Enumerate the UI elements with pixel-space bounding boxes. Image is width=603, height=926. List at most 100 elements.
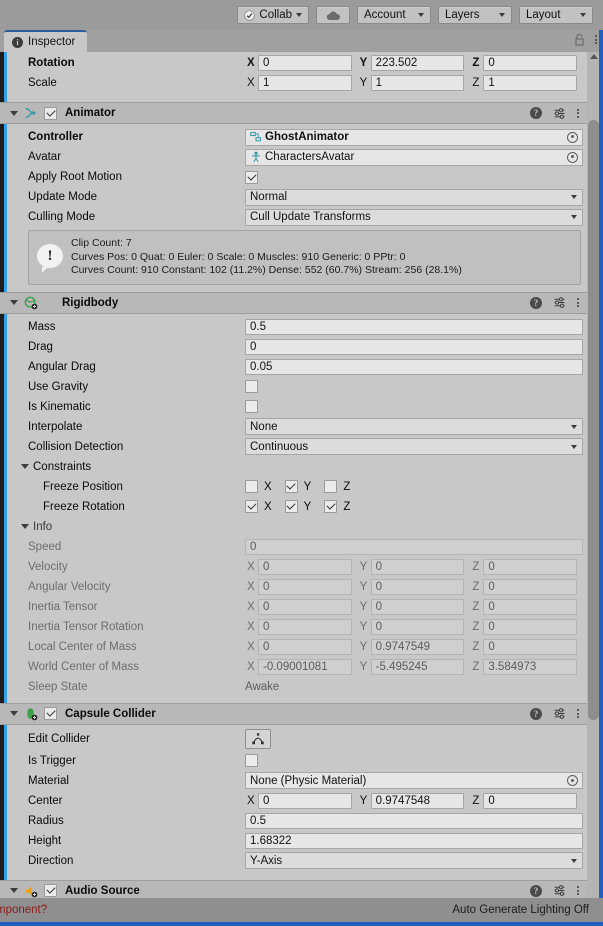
auto-generate-lighting-status[interactable]: Auto Generate Lighting Off	[452, 904, 589, 916]
collab-button[interactable]: Collab	[237, 6, 309, 24]
is-kinematic-label: Is Kinematic	[28, 400, 91, 413]
help-icon[interactable]: ?	[530, 884, 542, 897]
center-z-input[interactable]: 0	[483, 792, 578, 809]
is-trigger-checkbox[interactable]	[245, 754, 258, 767]
component-header-animator[interactable]: Animator ?	[0, 102, 587, 124]
direction-dropdown[interactable]: Y-Axis	[245, 852, 583, 869]
object-picker-icon[interactable]	[567, 775, 578, 786]
component-header-audio-source[interactable]: Audio Source ?	[0, 879, 587, 898]
kebab-menu-icon[interactable]	[577, 108, 579, 118]
sleep-state-label: Sleep State	[28, 680, 88, 693]
rotation-x-input[interactable]: 0	[258, 55, 352, 71]
center-x-input[interactable]: 0	[258, 792, 352, 809]
status-message[interactable]: mponent?	[0, 904, 47, 916]
drag-input[interactable]: 0	[245, 338, 583, 355]
freeze-position-y-checkbox[interactable]	[284, 480, 298, 493]
foldout-triangle-icon[interactable]	[10, 711, 18, 716]
culling-mode-value: Cull Update Transforms	[250, 211, 371, 223]
avatar-object-field[interactable]: CharactersAvatar	[245, 148, 583, 166]
cloud-button[interactable]	[316, 6, 350, 24]
audio-source-enabled-checkbox[interactable]	[44, 884, 57, 897]
controller-object-field[interactable]: GhostAnimator	[245, 128, 583, 146]
chevron-down-icon	[571, 424, 577, 429]
axis-x-label: X	[247, 57, 255, 69]
inertia-tensor-axis-group: X 0 Y 0 Z 0	[245, 598, 583, 615]
avatar-icon	[252, 151, 260, 163]
drag-label: Drag	[28, 340, 53, 353]
is-kinematic-checkbox[interactable]	[245, 400, 258, 413]
layout-button[interactable]: Layout	[519, 6, 593, 24]
account-button[interactable]: Account	[357, 6, 431, 24]
row-center: Center X 0 Y 0.9747548 Z 0	[7, 791, 587, 811]
tab-inspector[interactable]: i Inspector	[4, 30, 88, 52]
angular-drag-input[interactable]: 0.05	[245, 358, 583, 375]
scale-z-input[interactable]: 1	[483, 75, 578, 91]
freeze-position-z-checkbox[interactable]	[324, 480, 338, 493]
component-header-capsule-collider[interactable]: Capsule Collider ?	[0, 702, 587, 725]
preset-settings-icon[interactable]	[553, 707, 566, 720]
axis-y-label: Y	[359, 580, 368, 593]
culling-mode-label: Culling Mode	[28, 211, 96, 223]
layers-button[interactable]: Layers	[438, 6, 512, 24]
material-object-field[interactable]: None (Physic Material)	[245, 772, 583, 789]
animator-enabled-checkbox[interactable]	[44, 106, 57, 120]
row-sleep-state: Sleep State Awake	[7, 677, 587, 697]
constraints-foldout[interactable]: Constraints	[7, 457, 587, 477]
freeze-position-x-checkbox[interactable]	[245, 480, 258, 493]
collision-detection-dropdown[interactable]: Continuous	[245, 438, 583, 455]
kebab-menu-icon[interactable]	[577, 886, 579, 895]
use-gravity-checkbox[interactable]	[245, 380, 258, 393]
world-center-of-mass-z-value: 3.584973	[483, 658, 578, 675]
scrollbar-thumb[interactable]	[588, 120, 599, 720]
foldout-triangle-icon[interactable]	[10, 300, 18, 305]
layout-label: Layout	[526, 9, 561, 21]
mass-input[interactable]: 0.5	[245, 318, 583, 335]
height-label: Height	[28, 834, 62, 847]
info-foldout[interactable]: Info	[7, 517, 587, 537]
object-picker-icon[interactable]	[567, 151, 578, 163]
inspector-panel: Rotation X 0 Y 223.502 Z 0 Scale X 1 Y 1…	[0, 52, 603, 898]
scale-x-input[interactable]: 1	[258, 75, 352, 91]
freeze-rotation-z-checkbox[interactable]	[324, 500, 338, 513]
update-mode-dropdown[interactable]: Normal	[245, 188, 583, 206]
kebab-menu-icon[interactable]	[595, 35, 597, 44]
preset-settings-icon[interactable]	[553, 884, 566, 897]
kebab-menu-icon[interactable]	[577, 709, 579, 718]
lock-icon[interactable]	[574, 33, 585, 46]
freeze-rotation-label: Freeze Rotation	[43, 500, 125, 513]
object-picker-icon[interactable]	[567, 131, 578, 143]
freeze-rotation-x-checkbox[interactable]	[245, 500, 258, 513]
center-y-input[interactable]: 0.9747548	[370, 792, 465, 809]
help-icon[interactable]: ?	[530, 707, 542, 720]
preset-settings-icon[interactable]	[553, 107, 566, 120]
foldout-triangle-icon[interactable]	[10, 888, 18, 893]
radius-input[interactable]: 0.5	[245, 812, 583, 829]
speed-label: Speed	[28, 540, 62, 553]
velocity-x: X 0	[245, 558, 358, 575]
scale-y-input[interactable]: 1	[370, 75, 465, 91]
component-header-rigidbody[interactable]: Rigidbody ?	[0, 291, 587, 314]
local-center-of-mass-x-value: 0	[258, 638, 352, 655]
help-icon[interactable]: ?	[530, 107, 542, 119]
row-is-kinematic: Is Kinematic	[7, 397, 587, 417]
preset-settings-icon[interactable]	[553, 296, 566, 309]
interpolate-dropdown[interactable]: None	[245, 418, 583, 435]
curves-count-line: Curves Count: 910 Constant: 102 (11.2%) …	[71, 264, 462, 276]
height-input[interactable]: 1.68322	[245, 832, 583, 849]
mass-label: Mass	[28, 320, 56, 333]
rotation-z-input[interactable]: 0	[483, 55, 578, 71]
axis-y-label: Y	[359, 794, 368, 807]
capsule-collider-enabled-checkbox[interactable]	[44, 707, 57, 720]
apply-root-motion-checkbox[interactable]	[245, 170, 258, 184]
scale-z: Z 1	[470, 75, 583, 91]
kebab-menu-icon[interactable]	[577, 298, 579, 307]
culling-mode-dropdown[interactable]: Cull Update Transforms	[245, 208, 583, 226]
foldout-triangle-icon[interactable]	[10, 110, 18, 116]
local-center-of-mass-z: Z 0	[470, 638, 583, 655]
help-icon[interactable]: ?	[530, 296, 542, 309]
freeze-rotation-y-checkbox[interactable]	[284, 500, 298, 513]
edit-collider-button[interactable]	[245, 728, 271, 749]
scroll-up-arrow-icon[interactable]	[590, 54, 598, 59]
radius-label: Radius	[28, 814, 64, 827]
rotation-y-input[interactable]: 223.502	[370, 55, 465, 71]
